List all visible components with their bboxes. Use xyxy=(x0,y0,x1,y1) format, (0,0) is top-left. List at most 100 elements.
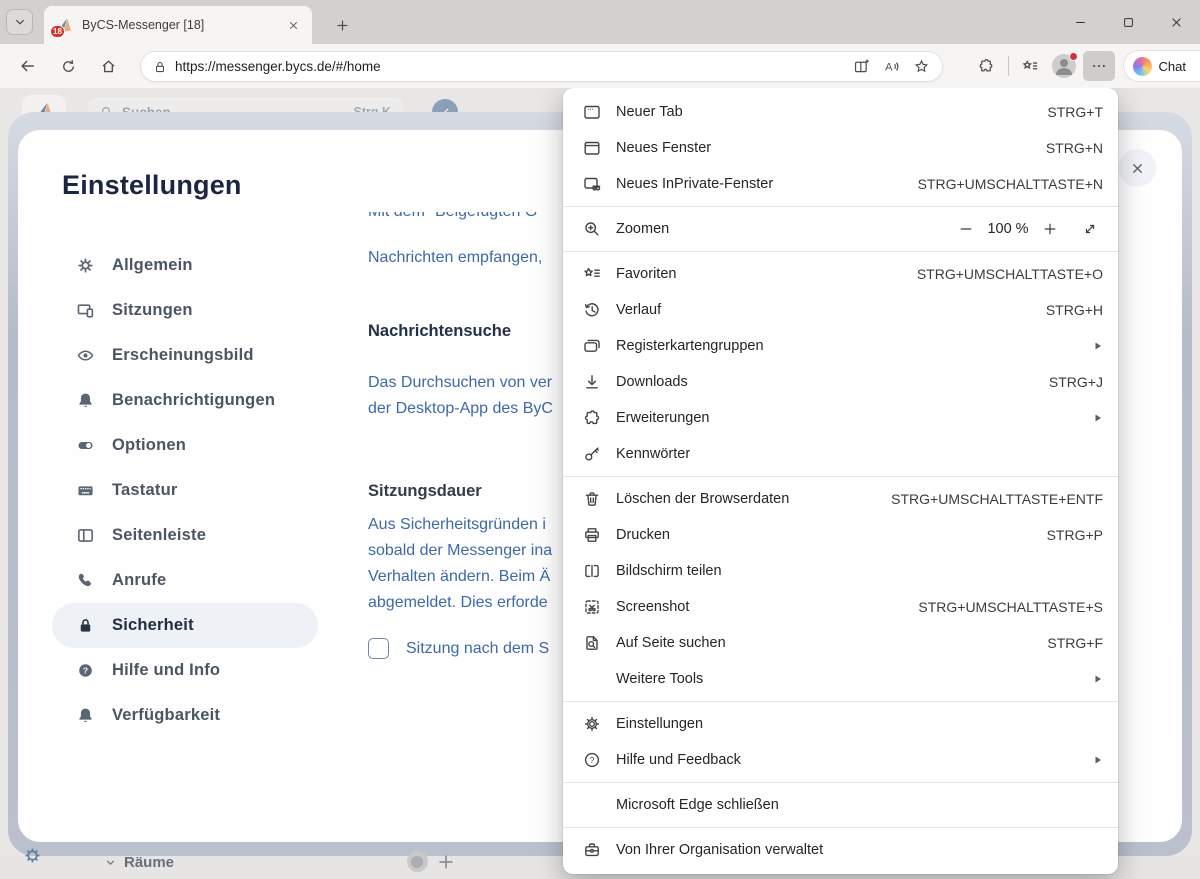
ellipsis-icon xyxy=(1091,58,1107,74)
rooms-section-header[interactable]: Räume xyxy=(105,854,174,871)
menu-item-label: Von Ihrer Organisation verwaltet xyxy=(616,842,1103,858)
close-icon xyxy=(288,20,299,31)
sidebar-item-label: Tastatur xyxy=(112,481,177,500)
minimize-button[interactable] xyxy=(1056,0,1104,44)
split-screen-button[interactable] xyxy=(848,54,874,80)
menu-item-von-ihrer-organisation-verwaltet[interactable]: Von Ihrer Organisation verwaltet xyxy=(563,832,1118,868)
screenshot-icon xyxy=(582,597,602,617)
back-button[interactable] xyxy=(16,54,40,78)
menu-item-label: Bildschirm teilen xyxy=(616,563,1103,579)
menu-item-auf-seite-suchen[interactable]: Auf Seite suchenSTRG+F xyxy=(563,625,1118,661)
menu-item-löschen-der-browserdaten[interactable]: Löschen der BrowserdatenSTRG+UMSCHALTTAS… xyxy=(563,481,1118,517)
menu-divider xyxy=(563,251,1118,252)
copilot-chat-button[interactable]: Chat xyxy=(1123,50,1200,82)
content-clipped-line: Mit dem "Beigefügten G xyxy=(368,212,537,227)
zoom-in-button[interactable] xyxy=(1035,215,1065,243)
sidebar-item-hilfe-und-info[interactable]: ? Hilfe und Info xyxy=(52,648,318,693)
menu-item-microsoft-edge-schließen[interactable]: Microsoft Edge schließen xyxy=(563,787,1118,823)
browser-menu-button[interactable] xyxy=(1083,51,1115,81)
menu-item-neues-fenster[interactable]: Neues FensterSTRG+N xyxy=(563,130,1118,166)
menu-divider xyxy=(563,782,1118,783)
profile-avatar[interactable] xyxy=(1052,54,1076,78)
sidebar-item-erscheinungsbild[interactable]: Erscheinungsbild xyxy=(52,333,318,378)
menu-item-hilfe-und-feedback[interactable]: ?Hilfe und Feedback xyxy=(563,742,1118,778)
sidebar-item-seitenleiste[interactable]: Seitenleiste xyxy=(52,513,318,558)
sidebar-item-allgemein[interactable]: Allgemein xyxy=(52,243,318,288)
inprivate-icon xyxy=(582,174,602,194)
fullscreen-button[interactable] xyxy=(1077,215,1103,243)
add-room-button[interactable] xyxy=(436,852,456,872)
star-icon xyxy=(913,58,930,75)
sidebar-item-label: Optionen xyxy=(112,436,186,455)
menu-item-favoriten[interactable]: FavoritenSTRG+UMSCHALTTASTE+O xyxy=(563,256,1118,292)
menu-item-neues-inprivate-fenster[interactable]: Neues InPrivate-FensterSTRG+UMSCHALTTAST… xyxy=(563,166,1118,202)
print-icon xyxy=(582,525,602,545)
section-heading-sitzungsdauer: Sitzungsdauer xyxy=(368,482,482,501)
menu-item-bildschirm-teilen[interactable]: Bildschirm teilen xyxy=(563,553,1118,589)
settings-sidebar: Allgemein Sitzungen Erscheinungsbild Ben… xyxy=(52,243,318,738)
session-logout-checkbox[interactable] xyxy=(368,638,389,659)
menu-item-label: Erweiterungen xyxy=(616,410,1093,426)
sidebar-item-label: Allgemein xyxy=(112,256,193,275)
url-text[interactable]: https://messenger.bycs.de/#/home xyxy=(175,59,844,74)
menu-item-screenshot[interactable]: ScreenshotSTRG+UMSCHALTTASTE+S xyxy=(563,589,1118,625)
tab-search-button[interactable] xyxy=(6,9,33,35)
sidebar-item-label: Erscheinungsbild xyxy=(112,346,254,365)
menu-item-erweiterungen[interactable]: Erweiterungen xyxy=(563,400,1118,436)
sidebar-item-sitzungen[interactable]: Sitzungen xyxy=(52,288,318,333)
sidebar-item-verf-gbarkeit[interactable]: Verfügbarkeit xyxy=(52,693,318,738)
window-controls xyxy=(1056,0,1200,44)
menu-item-label: Neuer Tab xyxy=(616,104,1047,120)
rooms-extra-icon[interactable] xyxy=(407,851,428,872)
new-tab-button[interactable] xyxy=(330,13,354,37)
extensions-puzzle-icon xyxy=(977,57,995,75)
menu-item-registerkartengruppen[interactable]: Registerkartengruppen xyxy=(563,328,1118,364)
svg-text:?: ? xyxy=(590,755,595,765)
maximize-button[interactable] xyxy=(1104,0,1152,44)
favorites-button[interactable] xyxy=(1018,53,1044,79)
add-favorite-button[interactable] xyxy=(908,54,934,80)
sidebar-item-sicherheit[interactable]: Sicherheit xyxy=(52,603,318,648)
sidebar-item-label: Sicherheit xyxy=(112,616,194,635)
menu-item-einstellungen[interactable]: Einstellungen xyxy=(563,706,1118,742)
menu-item-kennwörter[interactable]: Kennwörter xyxy=(563,436,1118,472)
menu-item-neuer-tab[interactable]: Neuer TabSTRG+T xyxy=(563,94,1118,130)
close-window-button[interactable] xyxy=(1152,0,1200,44)
section-heading-nachrichtensuche: Nachrichtensuche xyxy=(368,322,511,341)
home-button[interactable] xyxy=(96,54,120,78)
quick-settings-gear-icon[interactable] xyxy=(22,845,43,866)
menu-item-label: Zoomen xyxy=(616,221,951,237)
side-phone-icon xyxy=(76,571,95,590)
side-bell-icon xyxy=(76,391,95,410)
menu-item-verlauf[interactable]: VerlaufSTRG+H xyxy=(563,292,1118,328)
settings-close-button[interactable] xyxy=(1118,149,1156,187)
browser-tab[interactable]: 18 ByCS-Messenger [18] xyxy=(44,6,312,44)
address-bar[interactable]: https://messenger.bycs.de/#/home A xyxy=(140,51,943,82)
unread-badge: 18 xyxy=(50,25,65,38)
sidebar-item-benachrichtigungen[interactable]: Benachrichtigungen xyxy=(52,378,318,423)
zoom-out-button[interactable] xyxy=(951,215,981,243)
tab-title: ByCS-Messenger [18] xyxy=(82,18,284,32)
refresh-icon xyxy=(60,58,77,75)
submenu-arrow-icon xyxy=(1093,674,1103,684)
help-icon: ? xyxy=(582,750,602,770)
tab-close-button[interactable] xyxy=(284,16,302,34)
lock-icon xyxy=(153,60,167,74)
menu-item-label: Drucken xyxy=(616,527,1047,543)
read-aloud-button[interactable]: A xyxy=(878,54,904,80)
menu-divider xyxy=(563,701,1118,702)
settings-title: Einstellungen xyxy=(62,170,242,201)
menu-item-drucken[interactable]: DruckenSTRG+P xyxy=(563,517,1118,553)
browser-toolbar: https://messenger.bycs.de/#/home A Chat xyxy=(0,44,1200,88)
checkbox-label: Sitzung nach dem S xyxy=(406,640,549,658)
sidebar-item-anrufe[interactable]: Anrufe xyxy=(52,558,318,603)
menu-item-zoomen[interactable]: Zoomen100 % xyxy=(563,211,1118,247)
menu-item-downloads[interactable]: DownloadsSTRG+J xyxy=(563,364,1118,400)
refresh-button[interactable] xyxy=(56,54,80,78)
menu-divider xyxy=(563,827,1118,828)
sidebar-item-optionen[interactable]: Optionen xyxy=(52,423,318,468)
menu-item-weitere-tools[interactable]: Weitere Tools xyxy=(563,661,1118,697)
sidebar-item-tastatur[interactable]: Tastatur xyxy=(52,468,318,513)
extensions-button[interactable] xyxy=(973,53,999,79)
plus-icon xyxy=(1042,221,1058,237)
